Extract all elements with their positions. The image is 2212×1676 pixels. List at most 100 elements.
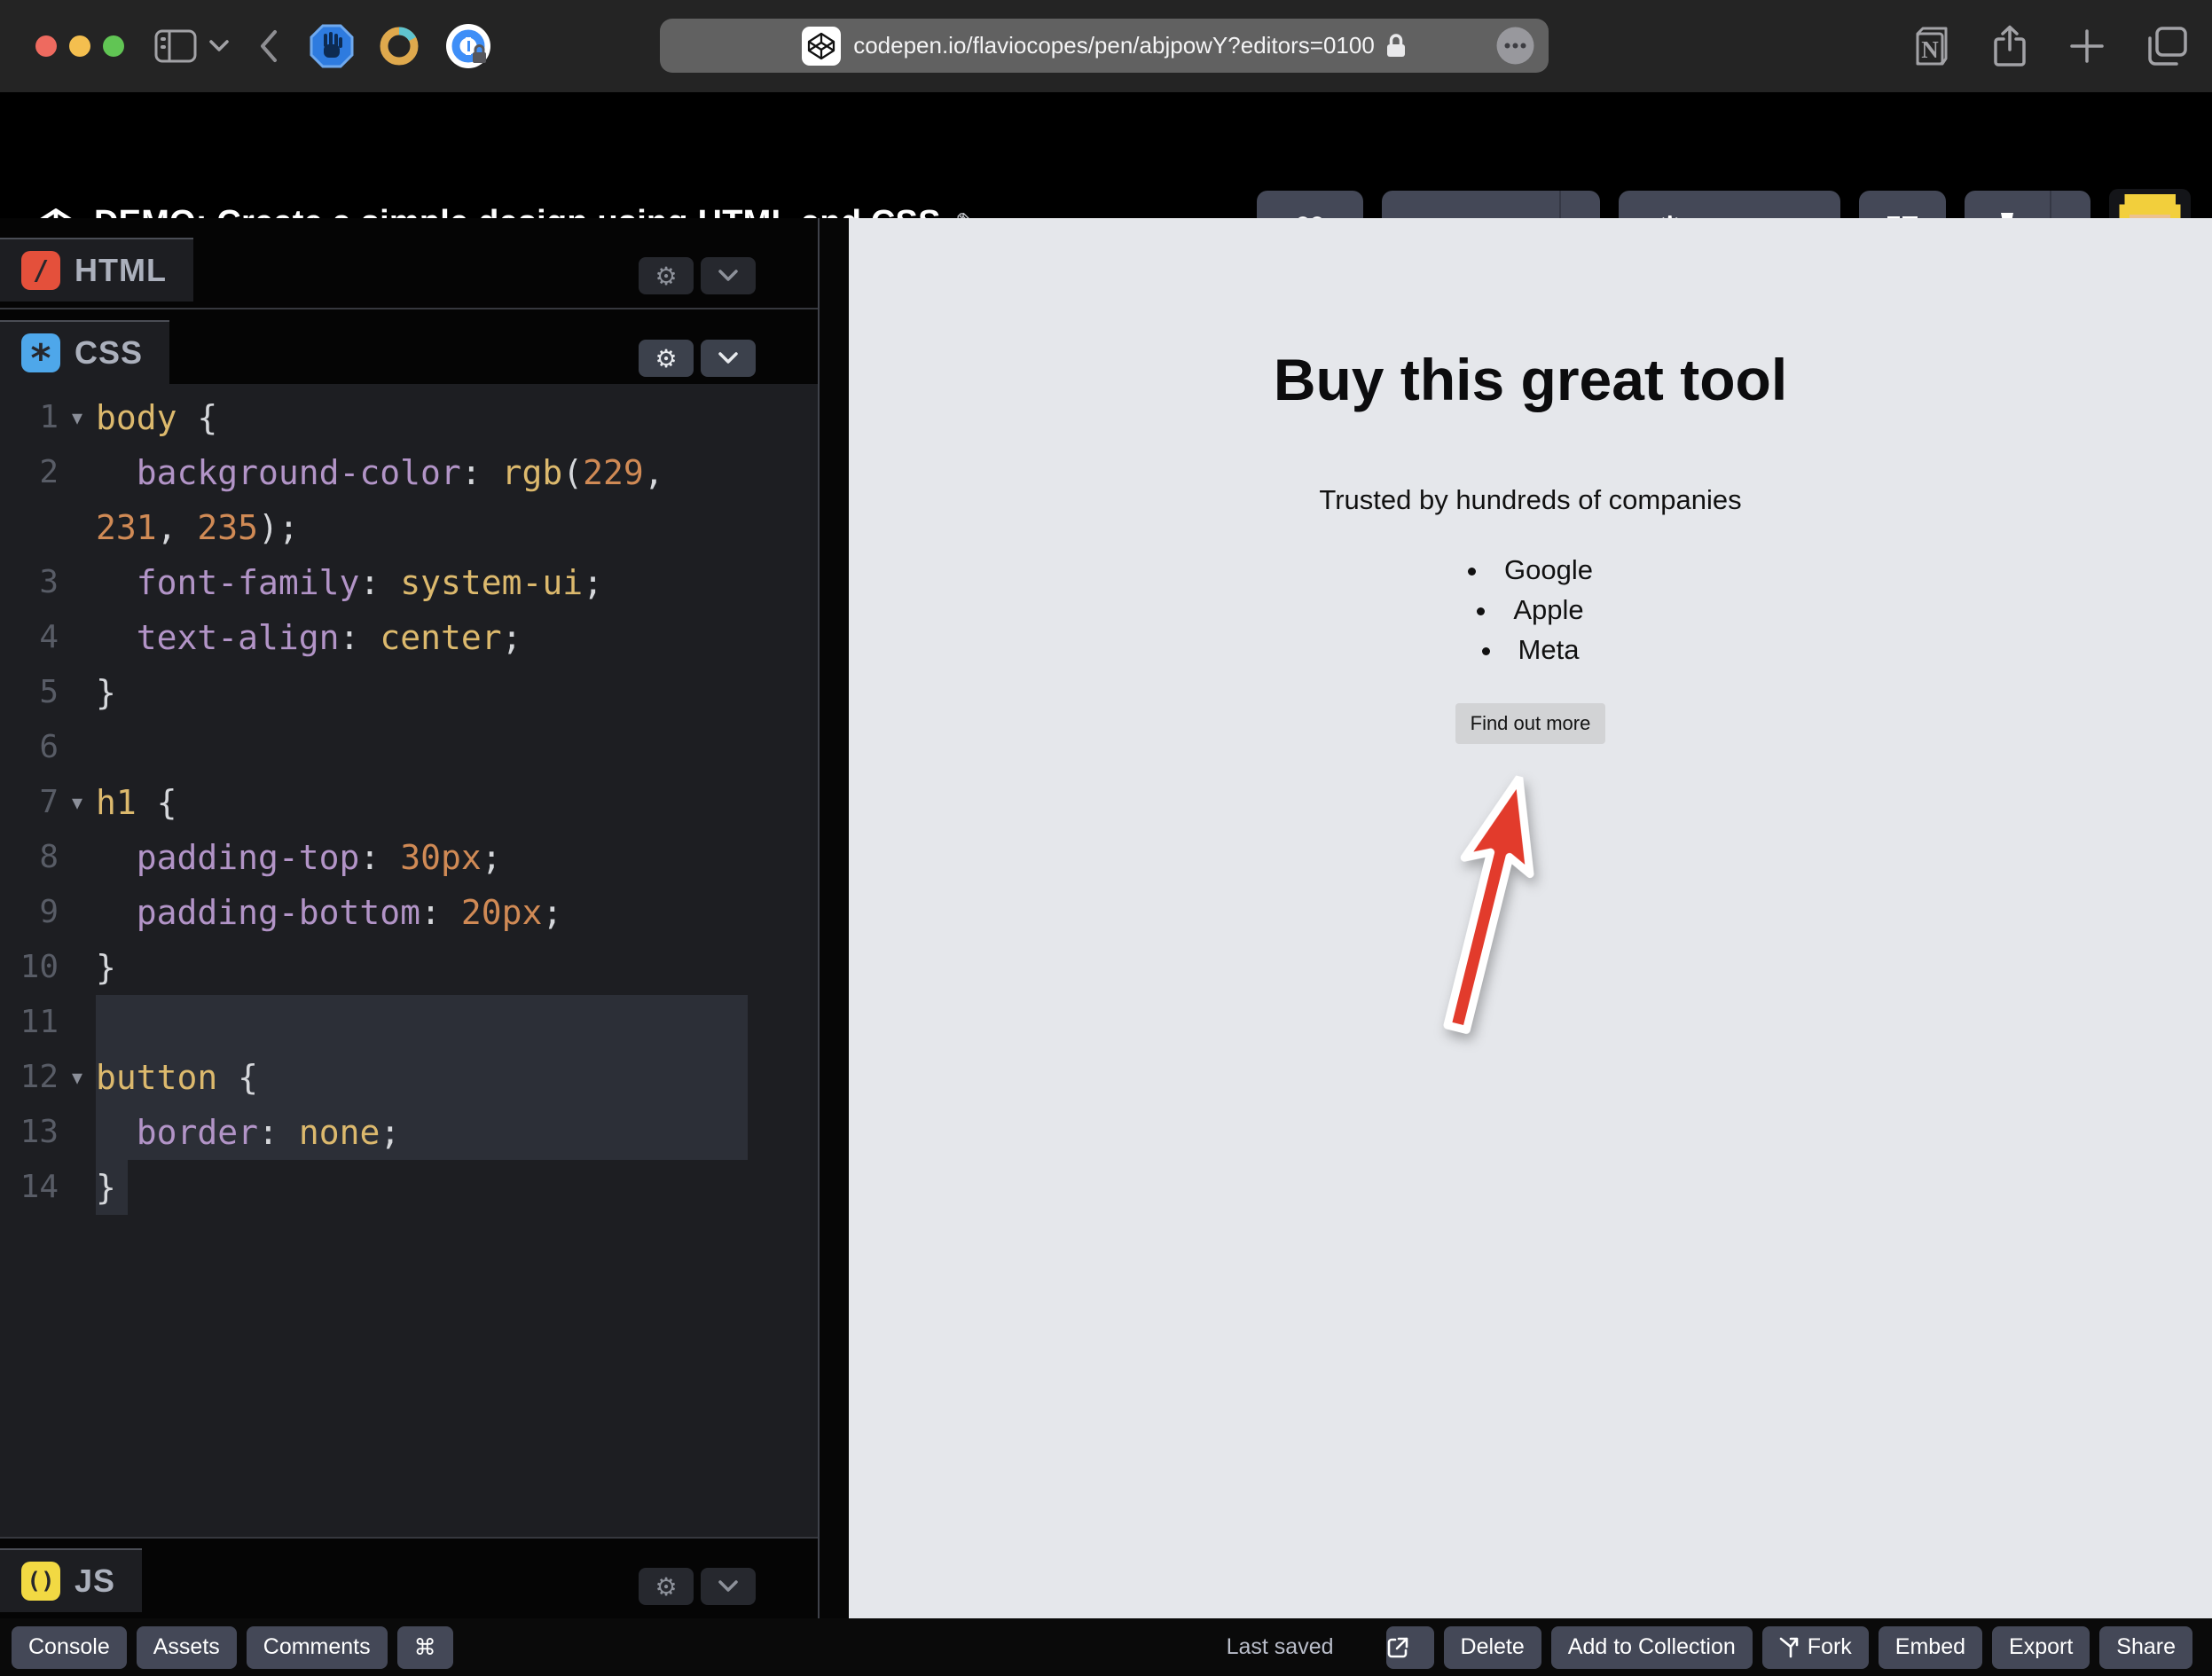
share-icon[interactable] bbox=[1992, 25, 2028, 67]
code-token: 30px bbox=[400, 838, 482, 877]
code-row[interactable]: 4 text-align: center; bbox=[0, 610, 818, 665]
css-icon: * bbox=[21, 333, 60, 379]
ring-extension-icon[interactable] bbox=[376, 23, 422, 69]
footer-button-assets[interactable]: Assets bbox=[136, 1625, 237, 1669]
code-row[interactable]: 3 font-family: system-ui; bbox=[0, 555, 818, 610]
code-token: 229 bbox=[583, 453, 644, 492]
codepen-header: DEMO: Create a simple design using HTML … bbox=[0, 92, 2212, 279]
preview-company-list: GoogleAppleMeta bbox=[849, 550, 2212, 670]
footer-button-fork[interactable]: Fork bbox=[1761, 1625, 1869, 1669]
tab-html[interactable]: / HTML bbox=[0, 238, 193, 302]
code-row[interactable]: 5} bbox=[0, 665, 818, 720]
footer-button-delete[interactable]: Delete bbox=[1443, 1625, 1541, 1669]
code-row[interactable]: 231, 235); bbox=[0, 500, 818, 555]
code-line: 231, 235); bbox=[96, 500, 818, 555]
footer-button-console[interactable]: Console bbox=[12, 1625, 127, 1669]
tab-css-label: CSS bbox=[75, 334, 144, 371]
code-row[interactable]: 12 ▾ button { bbox=[0, 1050, 818, 1105]
code-row[interactable]: 6 bbox=[0, 720, 818, 775]
footer-bar: Console Assets Comments ⌘ Last saved Delete… bbox=[0, 1618, 2212, 1676]
css-settings-gear-button[interactable]: ⚙ bbox=[639, 340, 694, 377]
code-token: ; bbox=[481, 838, 502, 877]
code-token: none bbox=[298, 1113, 380, 1152]
code-row[interactable]: 14} bbox=[0, 1160, 818, 1215]
code-line: h1 { bbox=[96, 775, 818, 830]
code-row[interactable]: 2 background-color: rgb(229, bbox=[0, 445, 818, 500]
css-panel-header: * CSS ⚙ bbox=[0, 308, 818, 384]
code-row[interactable]: 9 padding-bottom: 20px; bbox=[0, 885, 818, 940]
sidebar-icon[interactable] bbox=[154, 29, 197, 63]
fork-icon bbox=[1779, 1637, 1799, 1657]
fold-gutter bbox=[59, 940, 96, 995]
footer-right-buttons: Last saved Delete Add to Collection Fork Em… bbox=[1227, 1625, 2192, 1669]
code-token: } bbox=[96, 948, 116, 987]
line-number: 2 bbox=[39, 454, 59, 490]
code-token: 20px bbox=[460, 893, 543, 932]
tab-js[interactable]: () JS bbox=[0, 1548, 143, 1612]
zoom-window-button[interactable] bbox=[103, 35, 124, 57]
code-token: body bbox=[96, 398, 177, 437]
preview-pane: Buy this great tool Trusted by hundreds … bbox=[849, 218, 2212, 1618]
password-lock-extension-icon[interactable] bbox=[443, 21, 493, 71]
line-number: 11 bbox=[20, 1004, 59, 1040]
footer-button-embed[interactable]: Embed bbox=[1878, 1625, 1983, 1669]
js-icon: () bbox=[21, 1562, 60, 1601]
html-panel-header: / HTML ⚙ bbox=[0, 229, 818, 302]
fold-arrow-icon[interactable]: ▾ bbox=[59, 390, 96, 445]
js-settings-gear-button[interactable]: ⚙ bbox=[639, 1568, 694, 1605]
css-collapse-chevron-button[interactable] bbox=[701, 340, 756, 377]
notion-extension-icon[interactable]: N bbox=[1910, 25, 1951, 67]
page-settings-button[interactable] bbox=[1496, 27, 1534, 65]
code-row[interactable]: 1 ▾ body { bbox=[0, 390, 818, 445]
code-row[interactable]: 13 border: none; bbox=[0, 1105, 818, 1160]
line-number: 6 bbox=[39, 729, 59, 765]
code-row[interactable]: 10} bbox=[0, 940, 818, 995]
new-tab-icon[interactable] bbox=[2068, 27, 2106, 65]
footer-button-add-to-collection[interactable]: Add to Collection bbox=[1550, 1625, 1753, 1669]
panel-resizer[interactable] bbox=[818, 218, 849, 1618]
open-live-view-button[interactable] bbox=[1385, 1625, 1434, 1669]
fold-gutter bbox=[59, 555, 96, 610]
close-window-button[interactable] bbox=[35, 35, 57, 57]
sidebar-chevron-icon[interactable] bbox=[209, 40, 229, 52]
fold-gutter bbox=[59, 720, 96, 775]
footer-button-export[interactable]: Export bbox=[1992, 1625, 2090, 1669]
code-row[interactable]: 11 bbox=[0, 995, 818, 1050]
tab-css[interactable]: * CSS bbox=[0, 320, 170, 384]
code-line: } bbox=[96, 1160, 818, 1215]
content-blocker-extension-icon[interactable] bbox=[309, 23, 355, 69]
html-collapse-chevron-button[interactable] bbox=[701, 257, 756, 294]
window-controls bbox=[35, 35, 124, 57]
fold-arrow-icon[interactable]: ▾ bbox=[59, 775, 96, 830]
code-row[interactable]: 7 ▾ h1 { bbox=[0, 775, 818, 830]
footer-button-comments[interactable]: Comments bbox=[246, 1625, 388, 1669]
find-out-more-button[interactable]: Find out more bbox=[1455, 703, 1606, 744]
css-editor[interactable]: 1 ▾ body {2 background-color: rgb(229, 231,… bbox=[0, 384, 818, 1537]
fold-arrow-icon[interactable]: ▾ bbox=[59, 1050, 96, 1105]
footer-button-cmd[interactable]: ⌘ bbox=[396, 1625, 453, 1669]
code-token: ; bbox=[542, 893, 563, 932]
code-line: body { bbox=[96, 390, 818, 445]
code-line: text-align: center; bbox=[96, 610, 818, 665]
tab-overview-icon[interactable] bbox=[2146, 26, 2189, 67]
minimize-window-button[interactable] bbox=[69, 35, 90, 57]
html-settings-gear-button[interactable]: ⚙ bbox=[639, 257, 694, 294]
code-token: ; bbox=[501, 618, 522, 657]
code-token: : bbox=[258, 1113, 278, 1152]
svg-text:N: N bbox=[1921, 36, 1939, 63]
address-bar[interactable]: codepen.io/flaviocopes/pen/abjpowY?edito… bbox=[660, 19, 1549, 73]
back-button[interactable] bbox=[259, 29, 278, 63]
footer-button-share[interactable]: Share bbox=[2099, 1625, 2192, 1669]
tab-html-label: HTML bbox=[75, 252, 167, 288]
code-token: 231 bbox=[96, 508, 157, 547]
js-collapse-chevron-button[interactable] bbox=[701, 1568, 756, 1605]
gear-icon: ⚙ bbox=[655, 343, 678, 373]
code-token: : bbox=[420, 893, 441, 932]
code-row[interactable]: 8 padding-top: 30px; bbox=[0, 830, 818, 885]
